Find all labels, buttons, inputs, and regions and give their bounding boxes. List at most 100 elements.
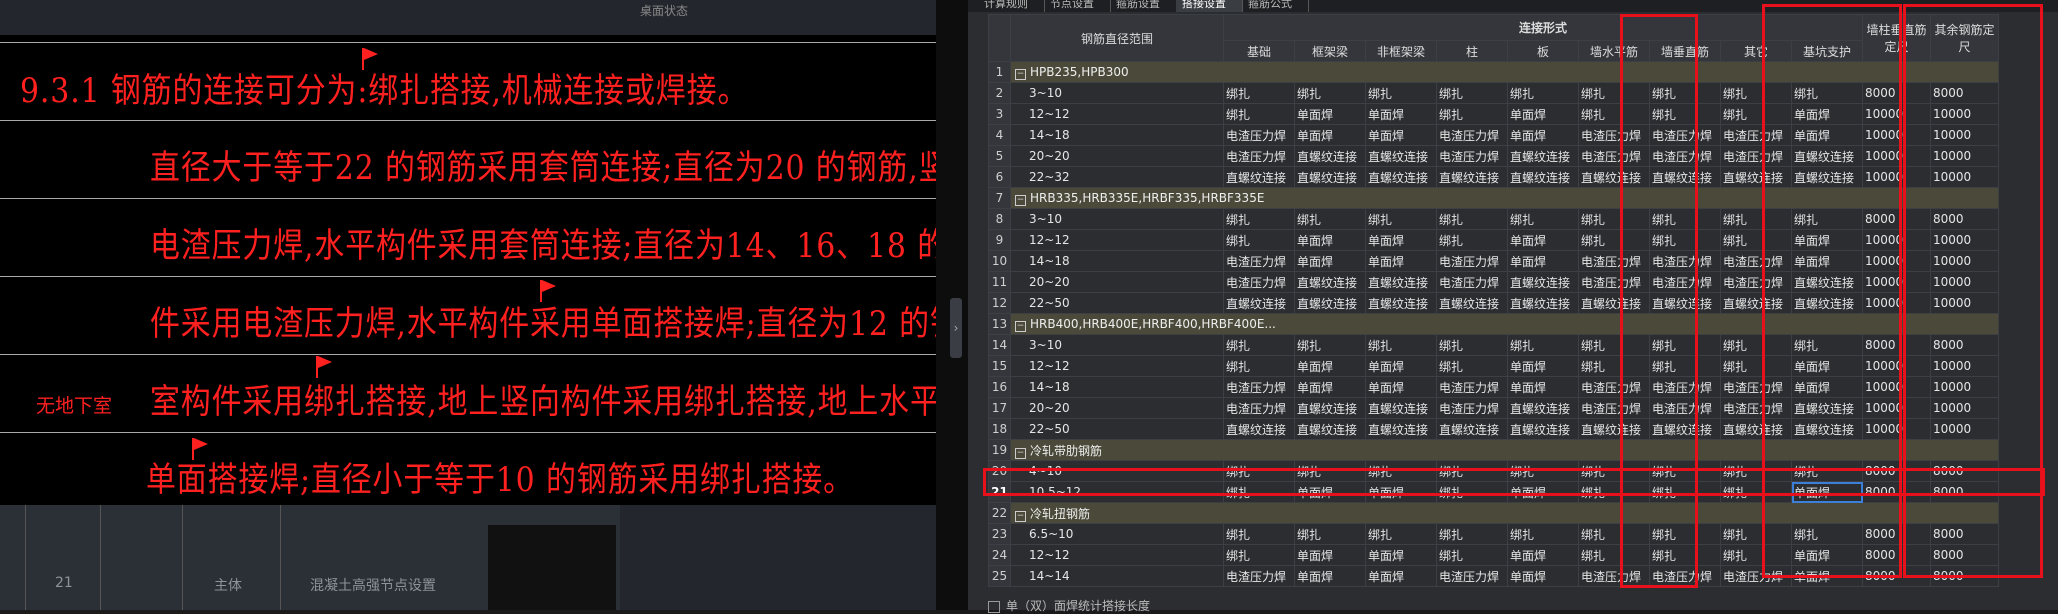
connection-cell[interactable]: 直螺纹连接 bbox=[1649, 292, 1721, 314]
connection-cell[interactable]: 绑扎 bbox=[1649, 544, 1721, 566]
table-row[interactable]: 23 6.5~10 绑扎 绑扎 绑扎 绑扎 绑扎 绑扎 绑扎 绑扎 绑扎 8000 8000 bbox=[988, 523, 1999, 545]
group-row[interactable]: 7− HRB335,HRB335E,HRBF335,HRBF335E bbox=[988, 187, 1999, 209]
connection-cell[interactable]: 绑扎 bbox=[1365, 82, 1437, 104]
connection-cell[interactable]: 电渣压力焊 bbox=[1223, 124, 1295, 146]
connection-cell[interactable]: 绑扎 bbox=[1649, 103, 1721, 125]
table-row[interactable]: 21 10.5~12 绑扎 单面焊 单面焊 绑扎 单面焊 绑扎 绑扎 绑扎 单面焊 8000 8000 bbox=[988, 481, 1999, 503]
table-row[interactable]: 11 20~20 电渣压力焊 直螺纹连接 直螺纹连接 电渣压力焊 直螺纹连接 电渣压力焊 电渣压… bbox=[988, 271, 1999, 293]
connection-cell[interactable]: 绑扎 bbox=[1365, 523, 1437, 545]
tab-stirrup-settings[interactable]: 箍筋设置 bbox=[1110, 0, 1177, 12]
connection-cell[interactable]: 单面焊 bbox=[1365, 481, 1437, 503]
connection-cell[interactable]: 绑扎 bbox=[1791, 208, 1863, 230]
table-row[interactable]: 14 3~10 绑扎 绑扎 绑扎 绑扎 绑扎 绑扎 绑扎 绑扎 绑扎 8000 8000 bbox=[988, 334, 1999, 356]
connection-cell[interactable]: 直螺纹连接 bbox=[1791, 397, 1863, 419]
connection-cell[interactable]: 绑扎 bbox=[1294, 523, 1366, 545]
length-cell[interactable]: 10000 bbox=[1862, 355, 1931, 377]
connection-cell[interactable]: 绑扎 bbox=[1223, 544, 1295, 566]
connection-cell[interactable]: 绑扎 bbox=[1578, 334, 1650, 356]
connection-cell[interactable]: 绑扎 bbox=[1649, 355, 1721, 377]
connection-cell[interactable]: 直螺纹连接 bbox=[1720, 166, 1792, 188]
connection-cell[interactable]: 直螺纹连接 bbox=[1294, 418, 1366, 440]
collapse-icon[interactable]: − bbox=[1015, 510, 1026, 522]
connection-cell[interactable]: 单面焊 bbox=[1507, 376, 1579, 398]
connection-cell[interactable]: 单面焊 bbox=[1294, 481, 1366, 503]
connection-cell[interactable]: 直螺纹连接 bbox=[1223, 418, 1295, 440]
connection-cell[interactable]: 电渣压力焊 bbox=[1649, 145, 1721, 167]
table-row[interactable]: 24 12~12 绑扎 单面焊 单面焊 绑扎 单面焊 绑扎 绑扎 绑扎 单面焊 8000 8000 bbox=[988, 544, 1999, 566]
table-row[interactable]: 17 20~20 电渣压力焊 直螺纹连接 直螺纹连接 电渣压力焊 直螺纹连接 电渣压力焊 电渣压… bbox=[988, 397, 1999, 419]
connection-cell[interactable]: 绑扎 bbox=[1294, 208, 1366, 230]
table-row[interactable]: 5 20~20 电渣压力焊 直螺纹连接 直螺纹连接 电渣压力焊 直螺纹连接 电渣压力焊 电渣压力… bbox=[988, 145, 1999, 167]
connection-cell[interactable]: 绑扎 bbox=[1507, 208, 1579, 230]
connection-cell[interactable]: 电渣压力焊 bbox=[1649, 565, 1721, 587]
connection-cell[interactable]: 绑扎 bbox=[1578, 544, 1650, 566]
connection-cell[interactable]: 单面焊 bbox=[1365, 544, 1437, 566]
length-cell[interactable]: 8000 bbox=[1930, 565, 1999, 587]
connection-cell[interactable]: 直螺纹连接 bbox=[1294, 166, 1366, 188]
connection-cell[interactable]: 绑扎 bbox=[1791, 523, 1863, 545]
connection-cell[interactable]: 绑扎 bbox=[1578, 103, 1650, 125]
length-cell[interactable]: 10000 bbox=[1862, 145, 1931, 167]
length-cell[interactable]: 10000 bbox=[1930, 229, 1999, 251]
connection-cell[interactable]: 电渣压力焊 bbox=[1436, 124, 1508, 146]
connection-cell[interactable]: 绑扎 bbox=[1436, 229, 1508, 251]
connection-cell[interactable]: 绑扎 bbox=[1223, 103, 1295, 125]
connection-cell[interactable]: 单面焊 bbox=[1791, 355, 1863, 377]
connection-cell[interactable]: 电渣压力焊 bbox=[1649, 250, 1721, 272]
connection-cell[interactable]: 绑扎 bbox=[1223, 229, 1295, 251]
length-cell[interactable]: 8000 bbox=[1930, 481, 1999, 503]
connection-cell[interactable]: 绑扎 bbox=[1507, 523, 1579, 545]
length-cell[interactable]: 8000 bbox=[1862, 544, 1931, 566]
connection-cell[interactable]: 电渣压力焊 bbox=[1223, 565, 1295, 587]
connection-cell[interactable]: 绑扎 bbox=[1365, 334, 1437, 356]
connection-cell[interactable]: 绑扎 bbox=[1223, 82, 1295, 104]
connection-cell[interactable]: 直螺纹连接 bbox=[1294, 397, 1366, 419]
connection-cell[interactable]: 绑扎 bbox=[1720, 229, 1792, 251]
connection-cell[interactable]: 绑扎 bbox=[1436, 82, 1508, 104]
connection-cell[interactable]: 电渣压力焊 bbox=[1578, 124, 1650, 146]
connection-cell[interactable]: 单面焊 bbox=[1294, 103, 1366, 125]
tab-calc-rules[interactable]: 计算规则 bbox=[978, 0, 1045, 12]
table-row[interactable]: 12 22~50 直螺纹连接 直螺纹连接 直螺纹连接 直螺纹连接 直螺纹连接 直螺纹连接 直螺纹… bbox=[988, 292, 1999, 314]
connection-cell[interactable]: 单面焊 bbox=[1791, 103, 1863, 125]
connection-cell[interactable]: 电渣压力焊 bbox=[1223, 250, 1295, 272]
connection-cell[interactable]: 绑扎 bbox=[1720, 523, 1792, 545]
connection-cell[interactable]: 单面焊 bbox=[1365, 376, 1437, 398]
connection-cell[interactable]: 绑扎 bbox=[1436, 481, 1508, 503]
connection-cell[interactable]: 直螺纹连接 bbox=[1365, 166, 1437, 188]
connection-cell[interactable]: 直螺纹连接 bbox=[1365, 418, 1437, 440]
connection-cell[interactable]: 电渣压力焊 bbox=[1578, 250, 1650, 272]
connection-cell[interactable]: 绑扎 bbox=[1649, 523, 1721, 545]
connection-cell[interactable]: 电渣压力焊 bbox=[1223, 145, 1295, 167]
connection-cell[interactable]: 绑扎 bbox=[1436, 544, 1508, 566]
connection-cell[interactable]: 单面焊 bbox=[1507, 124, 1579, 146]
connection-cell[interactable]: 绑扎 bbox=[1649, 460, 1721, 482]
connection-cell[interactable]: 单面焊 bbox=[1294, 229, 1366, 251]
table-row[interactable]: 25 14~14 电渣压力焊 单面焊 单面焊 电渣压力焊 单面焊 电渣压力焊 电渣压力焊 电渣压力… bbox=[988, 565, 1999, 587]
connection-cell[interactable]: 绑扎 bbox=[1436, 460, 1508, 482]
table-row[interactable]: 18 22~50 直螺纹连接 直螺纹连接 直螺纹连接 直螺纹连接 直螺纹连接 直螺纹连接 直螺纹… bbox=[988, 418, 1999, 440]
length-cell[interactable]: 10000 bbox=[1862, 166, 1931, 188]
connection-cell[interactable]: 电渣压力焊 bbox=[1720, 250, 1792, 272]
connection-cell[interactable]: 电渣压力焊 bbox=[1436, 376, 1508, 398]
connection-cell[interactable]: 直螺纹连接 bbox=[1791, 292, 1863, 314]
table-row[interactable]: 6 22~32 直螺纹连接 直螺纹连接 直螺纹连接 直螺纹连接 直螺纹连接 直螺纹连接 直螺纹连… bbox=[988, 166, 1999, 188]
connection-cell[interactable]: 绑扎 bbox=[1578, 355, 1650, 377]
connection-cell[interactable]: 绑扎 bbox=[1720, 355, 1792, 377]
connection-cell[interactable]: 电渣压力焊 bbox=[1436, 250, 1508, 272]
connection-cell[interactable]: 绑扎 bbox=[1720, 208, 1792, 230]
length-cell[interactable]: 10000 bbox=[1930, 103, 1999, 125]
connection-cell[interactable]: 单面焊 bbox=[1791, 376, 1863, 398]
connection-cell[interactable]: 绑扎 bbox=[1436, 355, 1508, 377]
connection-cell[interactable]: 直螺纹连接 bbox=[1294, 145, 1366, 167]
connection-cell[interactable]: 电渣压力焊 bbox=[1578, 271, 1650, 293]
connection-cell[interactable]: 绑扎 bbox=[1578, 481, 1650, 503]
connection-cell[interactable]: 电渣压力焊 bbox=[1436, 565, 1508, 587]
connection-cell[interactable]: 直螺纹连接 bbox=[1223, 166, 1295, 188]
connection-cell[interactable]: 直螺纹连接 bbox=[1720, 292, 1792, 314]
connection-cell[interactable]: 单面焊 bbox=[1507, 565, 1579, 587]
connection-cell[interactable]: 电渣压力焊 bbox=[1720, 397, 1792, 419]
connection-cell[interactable]: 绑扎 bbox=[1720, 82, 1792, 104]
connection-cell[interactable]: 电渣压力焊 bbox=[1436, 271, 1508, 293]
connection-cell[interactable]: 电渣压力焊 bbox=[1720, 124, 1792, 146]
